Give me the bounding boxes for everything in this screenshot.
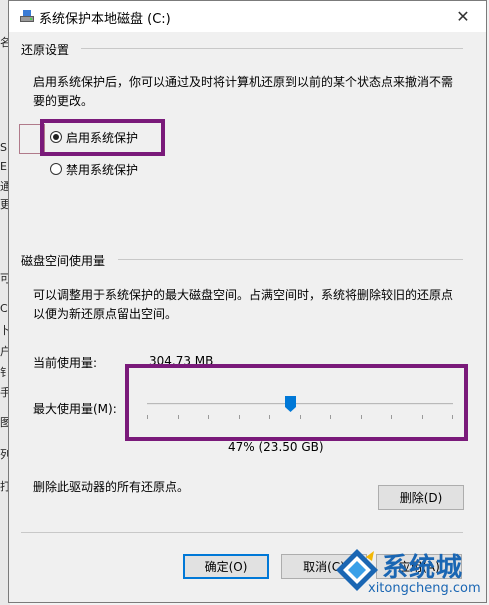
annotation-box-enable <box>40 119 165 156</box>
disk-usage-heading: 磁盘空间使用量 <box>21 254 106 268</box>
close-button[interactable]: ✕ <box>440 1 486 32</box>
drive-icon <box>20 10 34 22</box>
watermark-url: xitongcheng.com <box>368 581 481 596</box>
radio-unselected-icon <box>50 163 62 175</box>
dialog-title: 系统保护本地磁盘 (C:) <box>39 12 171 27</box>
restore-settings-heading: 还原设置 <box>21 43 70 57</box>
footer-divider <box>21 532 463 533</box>
title-bar: 系统保护本地磁盘 (C:) ✕ <box>9 1 486 32</box>
disable-protection-label: 禁用系统保护 <box>66 162 139 177</box>
close-icon: ✕ <box>456 7 470 26</box>
disable-protection-radio[interactable]: 禁用系统保护 <box>50 160 138 178</box>
max-usage-label: 最大使用量(M): <box>33 402 117 416</box>
disk-usage-description: 可以调整用于系统保护的最大磁盘空间。占满空间时，系统将删除较旧的还原点以便为新还… <box>33 288 454 321</box>
disk-usage-divider <box>118 259 463 260</box>
restore-settings-description: 启用系统保护后，你可以通过及时将计算机还原到以前的某个状态点来撤消不需要的更改。 <box>33 75 454 108</box>
annotation-box-slider <box>125 364 468 441</box>
delete-restore-points-text: 删除此驱动器的所有还原点。 <box>33 480 190 494</box>
delete-button[interactable]: 删除(D) <box>378 485 464 510</box>
watermark: 系统城 xitongcheng.com <box>334 545 489 605</box>
restore-settings-divider <box>81 48 463 49</box>
system-protection-dialog: 系统保护本地磁盘 (C:) ✕ 还原设置 启用系统保护后，你可以通过及时将计算机… <box>8 0 487 603</box>
ok-button[interactable]: 确定(O) <box>183 554 269 579</box>
watermark-text: 系统城 <box>382 553 464 583</box>
current-usage-label: 当前使用量: <box>33 356 98 370</box>
slider-value: 47% (23.50 GB) <box>228 440 324 454</box>
